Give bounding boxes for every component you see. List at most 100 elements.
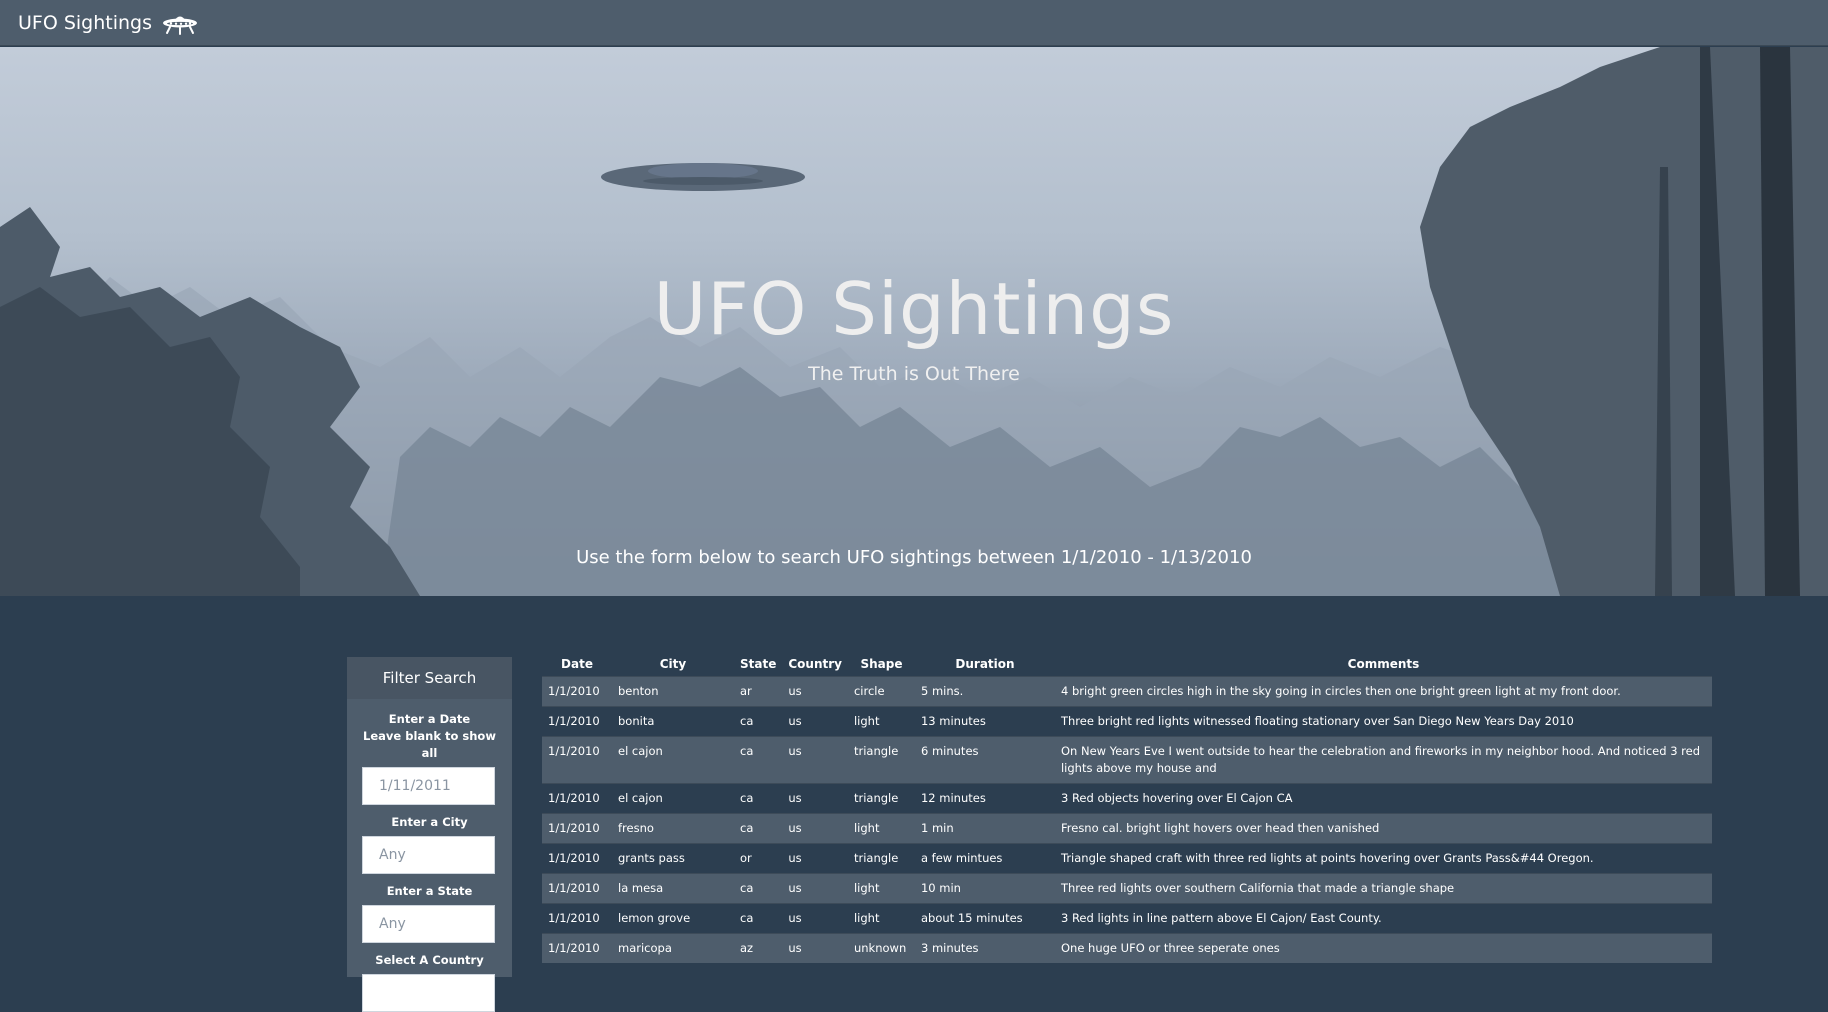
brand-link[interactable]: UFO Sightings: [18, 11, 198, 35]
date-cell: 1/1/2010: [548, 714, 600, 728]
country-cell: us: [788, 714, 802, 728]
state-cell: ar: [740, 684, 752, 698]
table-row: 1/1/2010 el cajon ca us triangle 6 minutes On …: [542, 736, 1712, 784]
navbar: UFO Sightings: [0, 0, 1828, 46]
state-cell: ca: [740, 791, 754, 805]
shape-cell: light: [853, 881, 880, 895]
date-label: Enter a Date Leave blank to show all: [362, 711, 497, 762]
duration-cell: 12 minutes: [920, 791, 986, 805]
comments-cell: One huge UFO or three seperate ones: [1060, 941, 1280, 955]
col-header-state: State: [740, 657, 777, 671]
hero-title: UFO Sightings: [653, 267, 1175, 351]
country-cell: us: [788, 821, 802, 835]
col-header-duration: Duration: [955, 657, 1015, 671]
table-row: 1/1/2010 bonita ca us light 13 minutes Three b…: [542, 706, 1712, 737]
filter-panel: Filter Search Enter a Date Leave blank t…: [347, 657, 512, 1012]
hero-banner: UFO Sightings The Truth is Out There Use…: [0, 47, 1828, 596]
city-cell: grants pass: [618, 851, 685, 865]
date-cell: 1/1/2010: [548, 881, 600, 895]
comments-cell: 4 bright green circles high in the sky g…: [1060, 684, 1621, 698]
date-input[interactable]: [362, 767, 495, 805]
state-input[interactable]: [362, 905, 495, 943]
comments-cell: 3 Red lights in line pattern above El Ca…: [1060, 911, 1382, 925]
city-cell: bonita: [618, 714, 655, 728]
col-header-date: Date: [561, 657, 593, 671]
shape-cell: light: [853, 714, 880, 728]
duration-cell: 5 mins.: [920, 684, 964, 698]
city-cell: fresno: [618, 821, 654, 835]
duration-cell: 3 minutes: [920, 941, 979, 955]
state-cell: or: [740, 851, 752, 865]
state-cell: ca: [740, 714, 754, 728]
ufo-icon: [162, 11, 198, 35]
col-header-country: Country: [788, 657, 842, 671]
table-row: 1/1/2010 fresno ca us light 1 min Fresno cal. …: [542, 813, 1712, 844]
date-label-line1: Enter a Date: [388, 712, 471, 726]
state-cell: az: [740, 941, 754, 955]
table-row: 1/1/2010 grants pass or us triangle a few min…: [542, 843, 1712, 874]
shape-cell: light: [853, 821, 880, 835]
comments-cell: On New Years Eve I went outside to hear …: [1060, 744, 1701, 775]
city-input[interactable]: [362, 836, 495, 874]
country-cell: us: [788, 744, 802, 758]
comments-cell: 3 Red objects hovering over El Cajon CA: [1060, 791, 1293, 805]
duration-cell: 13 minutes: [920, 714, 986, 728]
date-cell: 1/1/2010: [548, 851, 600, 865]
state-cell: ca: [740, 744, 754, 758]
date-cell: 1/1/2010: [548, 821, 600, 835]
shape-cell: light: [853, 911, 880, 925]
shape-cell: triangle: [853, 791, 899, 805]
col-header-city: City: [659, 657, 687, 671]
comments-cell: Fresno cal. bright light hovers over hea…: [1060, 821, 1380, 835]
hero-subtitle: The Truth is Out There: [808, 363, 1020, 385]
comments-cell: Triangle shaped craft with three red lig…: [1060, 851, 1594, 865]
table-row: 1/1/2010 lemon grove ca us light about 15 min…: [542, 903, 1712, 934]
date-label-line2: Leave blank to show all: [363, 729, 496, 760]
date-cell: 1/1/2010: [548, 744, 600, 758]
duration-cell: 10 min: [920, 881, 961, 895]
city-cell: benton: [618, 684, 659, 698]
country-cell: us: [788, 791, 802, 805]
table-row: 1/1/2010 maricopa az us unknown 3 minutes One …: [542, 933, 1712, 963]
country-cell: us: [788, 881, 802, 895]
city-cell: lemon grove: [618, 911, 691, 925]
duration-cell: a few mintues: [920, 851, 1003, 865]
table-row: 1/1/2010 el cajon ca us triangle 12 minutes 3 …: [542, 783, 1712, 814]
hero-lead-text: Use the form below to search UFO sightin…: [576, 547, 1252, 568]
city-cell: la mesa: [618, 881, 664, 895]
shape-cell: circle: [853, 684, 885, 698]
shape-cell: triangle: [853, 851, 899, 865]
city-cell: el cajon: [618, 744, 663, 758]
table-row: 1/1/2010 benton ar us circle 5 mins. 4 bright …: [542, 676, 1712, 707]
state-cell: ca: [740, 881, 754, 895]
date-cell: 1/1/2010: [548, 684, 600, 698]
country-label: Select A Country: [375, 953, 484, 967]
table-row: 1/1/2010 la mesa ca us light 10 min Three red …: [542, 873, 1712, 904]
brand-label: UFO Sightings: [18, 12, 153, 34]
date-cell: 1/1/2010: [548, 911, 600, 925]
shape-cell: triangle: [853, 744, 899, 758]
col-header-comments: Comments: [1347, 657, 1420, 671]
filter-form: Enter a Date Leave blank to show all Ent…: [347, 699, 512, 1012]
city-cell: maricopa: [618, 941, 672, 955]
state-label: Enter a State: [386, 884, 473, 898]
state-cell: ca: [740, 911, 754, 925]
sightings-table: Date City State Country Shape Duration C…: [542, 652, 1712, 963]
comments-cell: Three bright red lights witnessed floati…: [1060, 714, 1574, 728]
country-cell: us: [788, 684, 802, 698]
country-cell: us: [788, 911, 802, 925]
state-cell: ca: [740, 821, 754, 835]
country-select[interactable]: [362, 974, 495, 1012]
duration-cell: about 15 minutes: [920, 911, 1023, 925]
date-cell: 1/1/2010: [548, 791, 600, 805]
comments-cell: Three red lights over southern Californi…: [1060, 881, 1455, 895]
duration-cell: 1 min: [920, 821, 954, 835]
country-cell: us: [788, 851, 802, 865]
table-header-row: Date City State Country Shape Duration C…: [542, 652, 1712, 677]
shape-cell: unknown: [853, 941, 907, 955]
filter-heading: Filter Search: [347, 657, 512, 699]
country-cell: us: [788, 941, 802, 955]
col-header-shape: Shape: [860, 657, 903, 671]
city-cell: el cajon: [618, 791, 663, 805]
city-label: Enter a City: [391, 815, 468, 829]
